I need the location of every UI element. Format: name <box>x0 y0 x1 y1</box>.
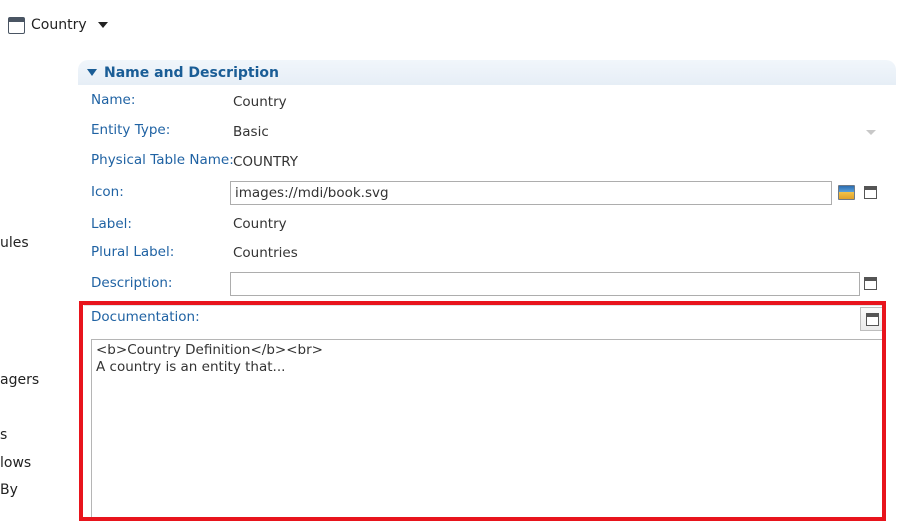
collapse-caret-icon[interactable] <box>87 69 97 76</box>
plural-label-value: Countries <box>233 245 298 261</box>
expand-window-icon <box>866 313 879 326</box>
left-nav-item[interactable]: s <box>0 427 7 443</box>
entity-type-value[interactable]: Basic <box>233 124 269 140</box>
documentation-expand-button[interactable] <box>860 307 884 331</box>
left-nav-item[interactable]: ules <box>0 235 29 251</box>
label-label: Label: <box>91 216 132 232</box>
expand-window-icon[interactable] <box>864 186 877 199</box>
entity-editor-page: Country ules agers s lows By Name and De… <box>0 0 899 529</box>
description-label: Description: <box>91 275 173 291</box>
documentation-editor[interactable]: <b>Country Definition</b><br> A country … <box>91 339 883 519</box>
expand-window-icon[interactable] <box>864 277 877 290</box>
name-value: Country <box>233 94 287 110</box>
window-icon <box>8 16 25 34</box>
plural-label-label: Plural Label: <box>91 244 175 260</box>
entity-type-label: Entity Type: <box>91 122 171 138</box>
left-nav-item[interactable]: By <box>0 482 18 498</box>
chevron-down-icon[interactable] <box>866 130 876 135</box>
left-nav-item[interactable]: agers <box>0 372 39 388</box>
icon-label: Icon: <box>91 184 124 200</box>
section-title: Name and Description <box>104 64 279 81</box>
entity-name: Country <box>31 17 87 33</box>
description-input[interactable] <box>230 272 860 296</box>
physical-table-name-value: COUNTRY <box>233 154 299 170</box>
chevron-down-icon[interactable] <box>97 22 108 28</box>
section-header[interactable]: Name and Description <box>78 60 896 85</box>
label-value: Country <box>233 216 287 232</box>
name-label: Name: <box>91 92 136 108</box>
image-picker-icon[interactable] <box>838 185 855 200</box>
documentation-label: Documentation: <box>91 309 200 325</box>
icon-input[interactable]: images://mdi/book.svg <box>230 181 832 205</box>
left-nav-item[interactable]: lows <box>0 455 31 471</box>
entity-selector[interactable]: Country <box>8 15 108 35</box>
physical-table-name-label: Physical Table Name: <box>91 152 234 168</box>
documentation-header <box>84 305 882 337</box>
